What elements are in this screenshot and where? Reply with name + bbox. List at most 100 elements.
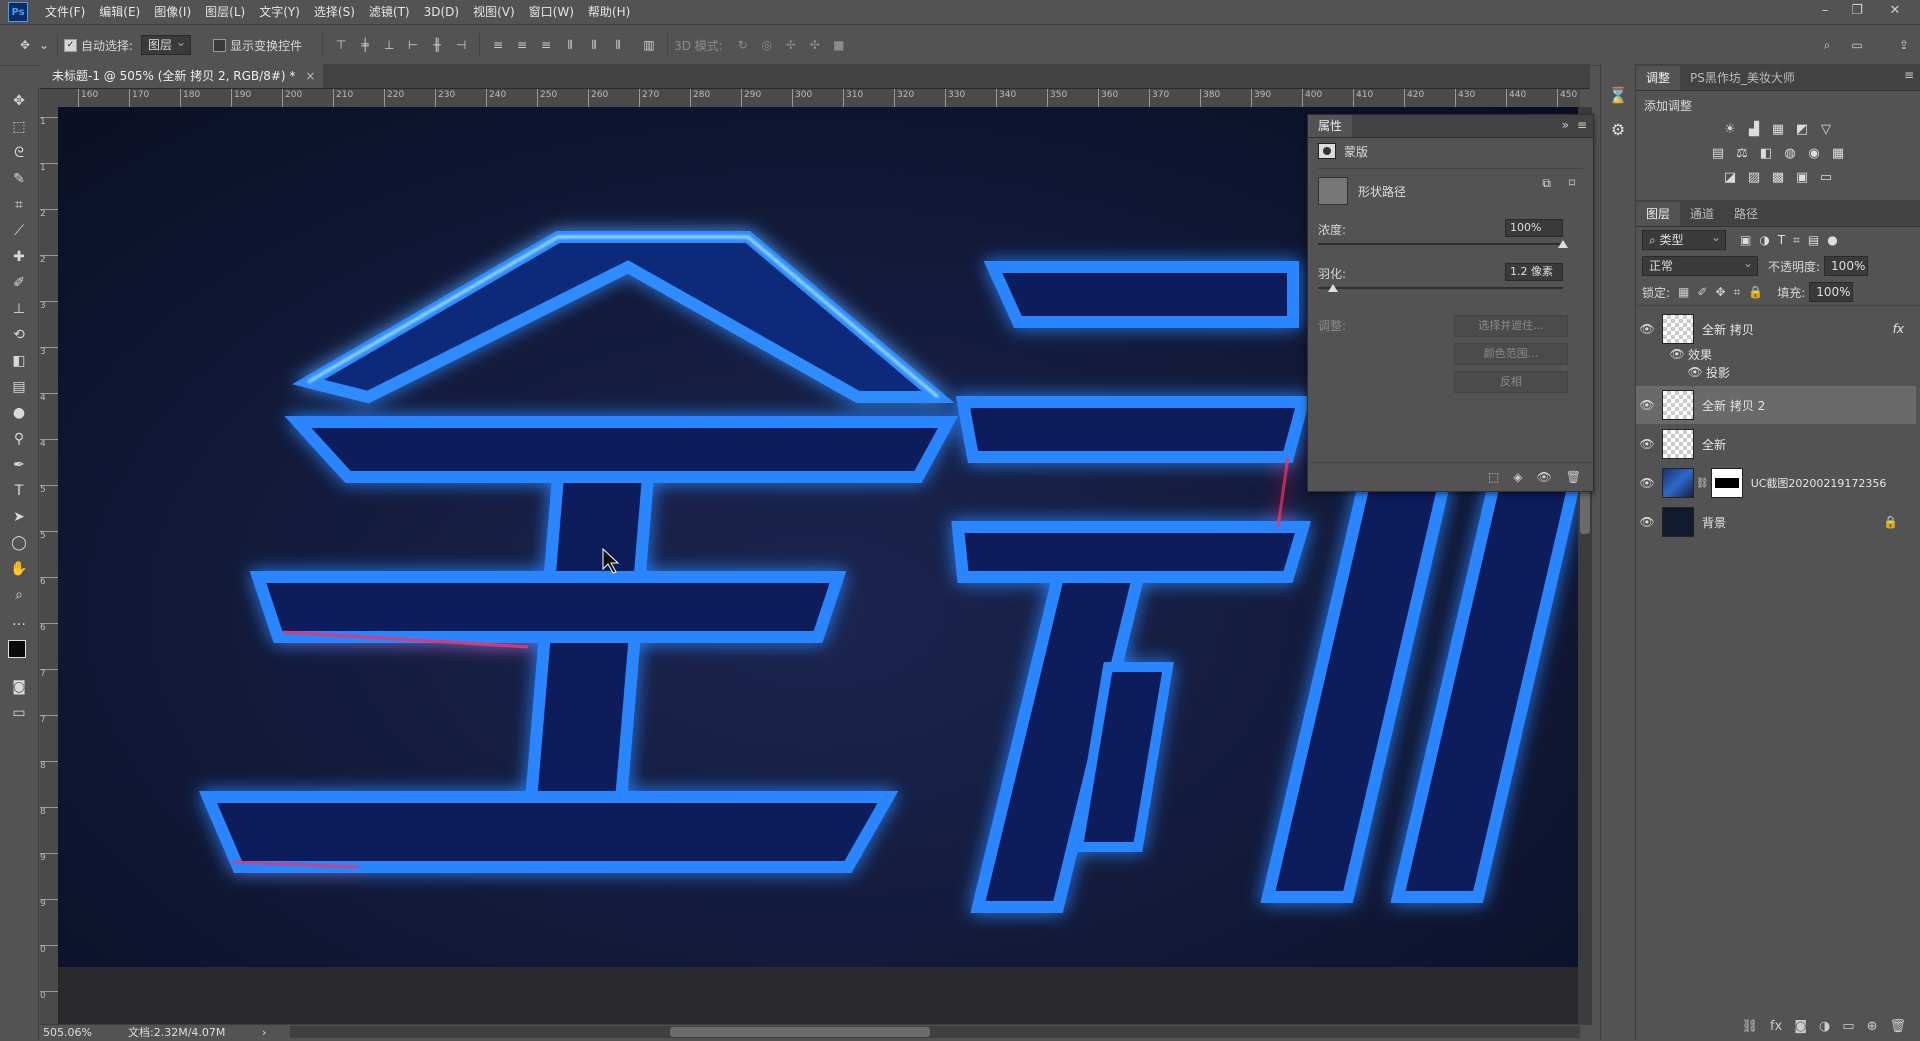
tab-properties[interactable]: 属性 <box>1308 115 1353 137</box>
menu-view[interactable]: 视图(V) <box>466 0 522 24</box>
menu-image[interactable]: 图像(I) <box>147 0 198 24</box>
select-and-mask-button[interactable]: 选择并遮住... <box>1454 315 1568 337</box>
threshold-icon[interactable]: ▩ <box>1769 168 1787 186</box>
color-range-button[interactable]: 颜色范围... <box>1454 343 1568 365</box>
zoom-tool-icon[interactable]: ⌕ <box>0 582 38 608</box>
delete-layer-icon[interactable]: 🗑 <box>1889 1019 1906 1034</box>
menu-3d[interactable]: 3D(D) <box>417 0 466 24</box>
layer-mask-thumbnail[interactable] <box>1710 468 1743 498</box>
fx-badge[interactable]: fx <box>1893 322 1904 336</box>
menu-layer[interactable]: 图层(L) <box>198 0 252 24</box>
density-slider-knob[interactable] <box>1558 240 1568 248</box>
layer-kind-filter[interactable]: ⌕ 类型 <box>1642 228 1726 250</box>
tab-plugin[interactable]: PS黑作坊_美妆大师 <box>1680 66 1805 90</box>
history-panel-icon[interactable]: ⌛ <box>1601 78 1635 112</box>
fill-input[interactable]: 100% <box>1809 280 1854 302</box>
blend-mode-select[interactable]: 正常 <box>1642 254 1758 276</box>
blur-tool-icon[interactable]: ● <box>0 400 38 426</box>
align-left-icon[interactable]: ⊢ <box>404 36 422 54</box>
show-transform-checkbox[interactable] <box>213 38 227 52</box>
restore-button[interactable]: ❐ <box>1842 0 1872 24</box>
density-slider[interactable] <box>1318 240 1568 248</box>
panel-menu-icon[interactable]: ≡ <box>1904 68 1914 82</box>
opacity-input[interactable]: 100% <box>1824 254 1869 276</box>
eraser-tool-icon[interactable]: ◧ <box>0 348 38 374</box>
auto-select-checkbox[interactable]: ✓ <box>64 38 77 52</box>
fx-icon[interactable]: fx <box>1770 1019 1782 1034</box>
distribute-bottom-icon[interactable]: ≡ <box>537 36 555 54</box>
quick-mask-icon[interactable]: ◙ <box>0 674 38 700</box>
density-value-input[interactable]: 100% <box>1505 219 1563 237</box>
menu-select[interactable]: 选择(S) <box>307 0 362 24</box>
layer-name[interactable]: 背景 <box>1702 514 1726 531</box>
tab-paths[interactable]: 路径 <box>1724 202 1768 226</box>
horizontal-scrollbar[interactable] <box>290 1026 1580 1038</box>
align-hcenter-icon[interactable]: ╫ <box>428 36 446 54</box>
feather-slider-knob[interactable] <box>1328 284 1338 292</box>
horizontal-scroll-thumb[interactable] <box>670 1027 930 1037</box>
link-icon[interactable]: ⛓ <box>1696 478 1709 489</box>
minimize-button[interactable]: – <box>1810 0 1840 24</box>
visibility-eye-icon[interactable]: 👁 <box>1636 515 1658 529</box>
collapse-icon[interactable]: » <box>1562 118 1569 132</box>
vector-mask-icon[interactable]: ⌑ <box>1569 176 1575 190</box>
crop-tool-icon[interactable]: ⌗ <box>0 192 38 218</box>
move-tool-icon[interactable]: ✥ <box>16 36 34 54</box>
load-selection-icon[interactable]: ⬚ <box>1488 470 1499 484</box>
new-group-icon[interactable]: ▭ <box>1842 1019 1854 1034</box>
link-layers-icon[interactable]: ⛓ <box>1742 1019 1759 1034</box>
vertical-ruler[interactable]: 1 1 2 2 3 3 4 4 5 5 6 6 7 7 8 8 9 9 0 0 <box>40 107 59 1025</box>
visibility-eye-icon[interactable]: 👁 <box>1636 476 1658 490</box>
adjustment-layer-icon[interactable]: ◑ <box>1819 1019 1830 1034</box>
effects-row[interactable]: 👁 效果 <box>1636 344 1920 364</box>
layer-filter-icons[interactable]: ▣◑T⌗▤● <box>1740 233 1846 248</box>
move-tool-icon[interactable]: ✥ <box>0 88 38 114</box>
align-right-icon[interactable]: ⊣ <box>452 36 470 54</box>
visibility-eye-icon[interactable]: 👁 <box>1666 347 1688 361</box>
3d-scale-icon[interactable]: ■ <box>830 36 848 54</box>
layer-name[interactable]: 全新 拷贝 2 <box>1702 397 1765 414</box>
curves-icon[interactable]: ▦ <box>1769 120 1787 138</box>
apply-mask-footer-icon[interactable]: ◈ <box>1513 470 1522 484</box>
visibility-eye-icon[interactable]: 👁 <box>1636 398 1658 412</box>
distribute-left-icon[interactable]: ⦀ <box>561 36 579 54</box>
3d-drag-icon[interactable]: ✢ <box>782 36 800 54</box>
distribute-hcenter-icon[interactable]: ⦀ <box>585 36 603 54</box>
drop-shadow-row[interactable]: 👁 投影 <box>1636 362 1920 382</box>
distribute-top-icon[interactable]: ≡ <box>489 36 507 54</box>
auto-align-icon[interactable]: ▥ <box>640 36 658 54</box>
screen-mode-icon[interactable]: ▭ <box>0 700 38 726</box>
add-mask-icon[interactable]: ◙ <box>1794 1019 1807 1034</box>
feather-slider[interactable] <box>1318 284 1563 292</box>
posterize-icon[interactable]: ▨ <box>1745 168 1763 186</box>
path-select-tool-icon[interactable]: ➤ <box>0 504 38 530</box>
hue-saturation-icon[interactable]: ▤ <box>1709 144 1727 162</box>
vibrance-icon[interactable]: ▽ <box>1817 120 1835 138</box>
layer-name[interactable]: 全新 <box>1702 436 1726 453</box>
distribute-vcenter-icon[interactable]: ≡ <box>513 36 531 54</box>
ellipse-tool-icon[interactable]: ◯ <box>0 530 38 556</box>
color-lookup-icon[interactable]: ▦ <box>1829 144 1847 162</box>
workspace-icon[interactable]: ▭ <box>1848 36 1866 54</box>
toggle-mask-eye-icon[interactable]: 👁 <box>1537 470 1552 484</box>
dodge-tool-icon[interactable]: ⚲ <box>0 426 38 452</box>
levels-icon[interactable]: ▟ <box>1745 120 1763 138</box>
menu-window[interactable]: 窗口(W) <box>522 0 581 24</box>
horizontal-ruler[interactable]: 160 170 180 190 200 210 220 230 240 250 260 270 280 2… <box>58 89 1580 108</box>
document-tab[interactable]: 未标题-1 @ 505% (全新 拷贝 2, RGB/8#) * × <box>40 64 324 88</box>
stamp-tool-icon[interactable]: ⊥ <box>0 296 38 322</box>
foreground-color-swatch[interactable] <box>8 640 26 658</box>
new-layer-icon[interactable]: ⊕ <box>1867 1019 1878 1034</box>
layer-row[interactable]: 👁 全新 拷贝 fx <box>1636 310 1916 348</box>
apply-mask-icon[interactable]: ⧉ <box>1542 176 1551 191</box>
channel-mixer-icon[interactable]: ◉ <box>1805 144 1823 162</box>
close-window-button[interactable]: ✕ <box>1880 0 1910 24</box>
layer-name[interactable]: 全新 拷贝 <box>1702 321 1754 338</box>
status-menu-arrow[interactable]: › <box>262 1025 266 1041</box>
share-icon[interactable]: ⇪ <box>1895 36 1913 54</box>
marquee-tool-icon[interactable]: ⬚ <box>0 114 38 140</box>
visibility-eye-icon[interactable]: 👁 <box>1684 365 1706 379</box>
color-swatches[interactable] <box>0 634 38 674</box>
type-tool-icon[interactable]: T <box>0 478 38 504</box>
gradient-map-icon[interactable]: ▭ <box>1817 168 1835 186</box>
